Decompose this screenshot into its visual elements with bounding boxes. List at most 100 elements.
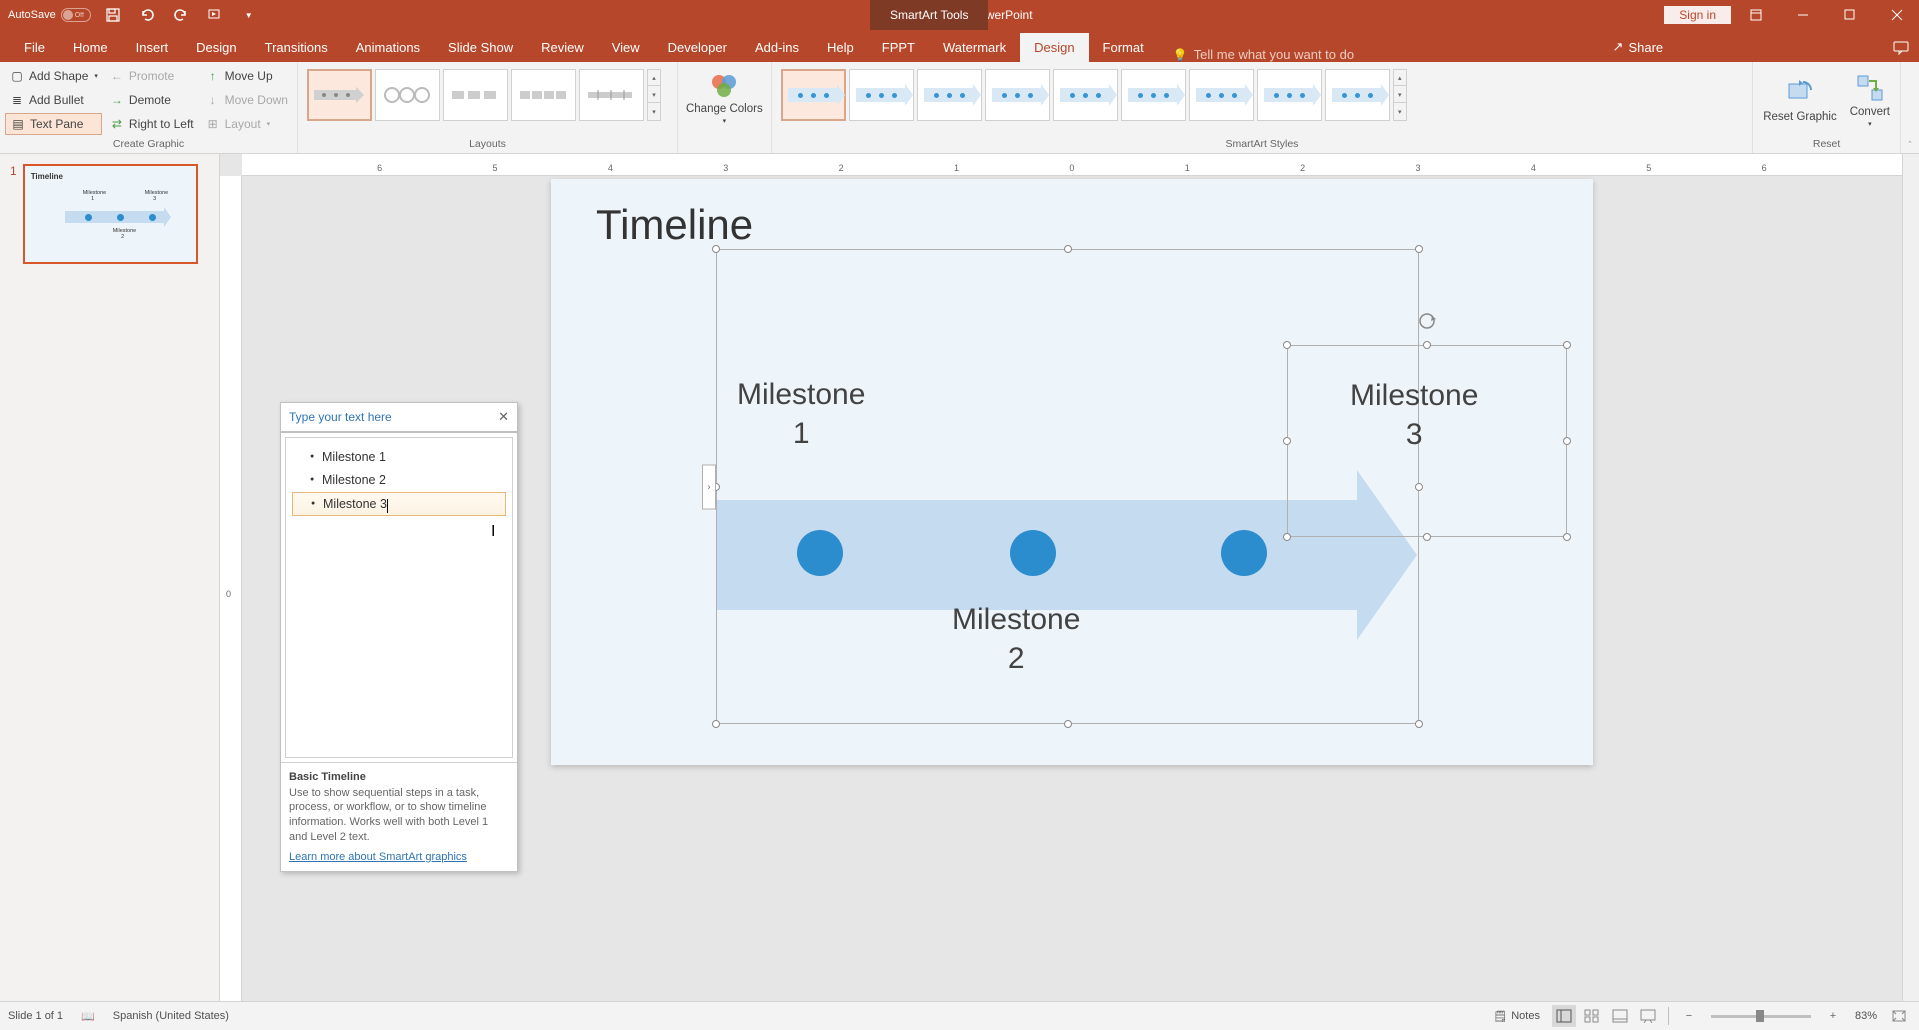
tab-fppt[interactable]: FPPT — [868, 33, 929, 62]
spellcheck-icon[interactable]: 📖 — [81, 1010, 95, 1023]
share-button[interactable]: ↗ Share — [1599, 32, 1679, 62]
tab-file[interactable]: File — [10, 33, 59, 62]
smartart-container[interactable]: › Milestone1 Milestone2 — [716, 249, 1419, 724]
thumbnail-pane[interactable]: 1 Timeline Milestone 1 Milestone 3 Miles… — [0, 154, 220, 1001]
timeline-dot-2[interactable] — [1010, 530, 1056, 576]
layout-button[interactable]: ⊞Layout▾ — [201, 113, 292, 135]
ribbon-options-button[interactable] — [1733, 0, 1778, 30]
tab-smartart-format[interactable]: Format — [1089, 33, 1158, 62]
close-icon[interactable]: ✕ — [498, 409, 509, 425]
layout-item-3[interactable] — [443, 69, 508, 121]
move-down-button[interactable]: ↓Move Down — [201, 89, 292, 111]
timeline-dot-3[interactable] — [1221, 530, 1267, 576]
undo-button[interactable] — [135, 3, 159, 27]
language-indicator[interactable]: Spanish (United States) — [113, 1010, 229, 1022]
layout-item-1[interactable] — [307, 69, 372, 121]
slideshow-view-button[interactable] — [1636, 1005, 1660, 1027]
style-item-7[interactable] — [1189, 69, 1254, 121]
text-item-2[interactable]: Milestone 2 — [292, 469, 506, 492]
collapse-ribbon-button[interactable]: ˆ — [1901, 62, 1919, 153]
tellme-search[interactable]: 💡 — [1173, 47, 1394, 62]
slide-sorter-view-button[interactable] — [1580, 1005, 1604, 1027]
change-colors-button[interactable]: Change Colors ▾ — [681, 62, 768, 132]
minimize-button[interactable] — [1780, 0, 1825, 30]
text-item-3[interactable]: Milestone 3 — [292, 492, 506, 517]
notes-button[interactable]: 🗒Notes — [1485, 1007, 1548, 1026]
tab-slideshow[interactable]: Slide Show — [434, 33, 527, 62]
vertical-ruler[interactable]: 0 — [220, 176, 242, 1001]
learn-more-link[interactable]: Learn more about SmartArt graphics — [289, 851, 509, 863]
tab-developer[interactable]: Developer — [654, 33, 741, 62]
tab-home[interactable]: Home — [59, 33, 122, 62]
style-item-9[interactable] — [1325, 69, 1390, 121]
timeline-dot-1[interactable] — [797, 530, 843, 576]
style-item-2[interactable] — [849, 69, 914, 121]
milestone-label-2[interactable]: Milestone2 — [952, 600, 1080, 678]
zoom-level[interactable]: 83% — [1855, 1010, 1877, 1022]
style-item-8[interactable] — [1257, 69, 1322, 121]
redo-button[interactable] — [169, 3, 193, 27]
milestone-label-1[interactable]: Milestone1 — [737, 375, 865, 453]
zoom-out-button[interactable]: − — [1677, 1005, 1701, 1027]
maximize-button[interactable] — [1827, 0, 1872, 30]
tab-watermark[interactable]: Watermark — [929, 33, 1020, 62]
slide-canvas[interactable]: Timeline › — [551, 179, 1593, 765]
convert-button[interactable]: Convert ▾ — [1845, 65, 1895, 135]
layout-item-5[interactable] — [579, 69, 644, 121]
layouts-gallery-more[interactable]: ▴▾▾ — [647, 69, 661, 121]
reading-view-button[interactable] — [1608, 1005, 1632, 1027]
comments-button[interactable] — [1883, 34, 1919, 62]
tab-view[interactable]: View — [598, 33, 654, 62]
text-item-1[interactable]: Milestone 1 — [292, 446, 506, 469]
layout-item-4[interactable] — [511, 69, 576, 121]
tab-addins[interactable]: Add-ins — [741, 33, 813, 62]
style-item-5[interactable] — [1053, 69, 1118, 121]
style-item-4[interactable] — [985, 69, 1050, 121]
slide-title[interactable]: Timeline — [596, 201, 753, 249]
demote-button[interactable]: →Demote — [105, 89, 198, 111]
autosave-toggle[interactable]: AutoSave Off — [8, 8, 91, 22]
move-up-button[interactable]: ↑Move Up — [201, 65, 292, 87]
tab-smartart-design[interactable]: Design — [1020, 33, 1088, 62]
add-bullet-button[interactable]: ≣Add Bullet — [5, 89, 102, 111]
thumbnail-number: 1 — [10, 164, 17, 264]
signin-button[interactable]: Sign in — [1664, 6, 1731, 24]
notes-icon: 🗒 — [1493, 1010, 1507, 1023]
group-smartart-styles: ▴▾▾ SmartArt Styles — [772, 62, 1754, 153]
save-button[interactable] — [101, 3, 125, 27]
normal-view-button[interactable] — [1552, 1005, 1576, 1027]
milestone-3-text-frame[interactable]: Milestone3 — [1287, 345, 1567, 537]
fit-to-window-button[interactable] — [1887, 1005, 1911, 1027]
style-item-1[interactable] — [781, 69, 846, 121]
style-item-3[interactable] — [917, 69, 982, 121]
qat-more-button[interactable]: ▼ — [237, 3, 261, 27]
tab-transitions[interactable]: Transitions — [251, 33, 342, 62]
vertical-scrollbar[interactable] — [1902, 154, 1919, 1001]
text-pane-button[interactable]: ▤Text Pane — [5, 113, 102, 135]
add-shape-button[interactable]: ▢Add Shape▾ — [5, 65, 102, 87]
zoom-in-button[interactable]: + — [1821, 1005, 1845, 1027]
reset-graphic-button[interactable]: Reset Graphic — [1758, 65, 1842, 135]
layout-item-2[interactable] — [375, 69, 440, 121]
start-from-beginning-button[interactable] — [203, 3, 227, 27]
smartart-text-pane[interactable]: Type your text here ✕ Milestone 1 Milest… — [280, 402, 518, 872]
tab-animations[interactable]: Animations — [342, 33, 434, 62]
slide-thumbnail-1[interactable]: Timeline Milestone 1 Milestone 3 Milesto… — [23, 164, 198, 264]
slide-counter[interactable]: Slide 1 of 1 — [8, 1010, 63, 1022]
promote-button[interactable]: ←Promote — [105, 65, 198, 87]
style-item-6[interactable] — [1121, 69, 1186, 121]
rotate-handle[interactable] — [1418, 312, 1436, 330]
horizontal-ruler[interactable]: 6543210123456 — [242, 154, 1902, 176]
tab-review[interactable]: Review — [527, 33, 598, 62]
close-button[interactable] — [1874, 0, 1919, 30]
tellme-input[interactable] — [1194, 47, 1394, 62]
tab-help[interactable]: Help — [813, 33, 868, 62]
text-pane-toggle-tab[interactable]: › — [702, 464, 716, 509]
milestone-label-3[interactable]: Milestone3 — [1350, 376, 1478, 454]
tab-design[interactable]: Design — [182, 33, 250, 62]
group-label-reset: Reset — [1758, 135, 1895, 153]
styles-gallery-more[interactable]: ▴▾▾ — [1393, 69, 1407, 121]
zoom-slider[interactable] — [1711, 1015, 1811, 1018]
rtl-button[interactable]: ⇄Right to Left — [105, 113, 198, 135]
tab-insert[interactable]: Insert — [122, 33, 183, 62]
